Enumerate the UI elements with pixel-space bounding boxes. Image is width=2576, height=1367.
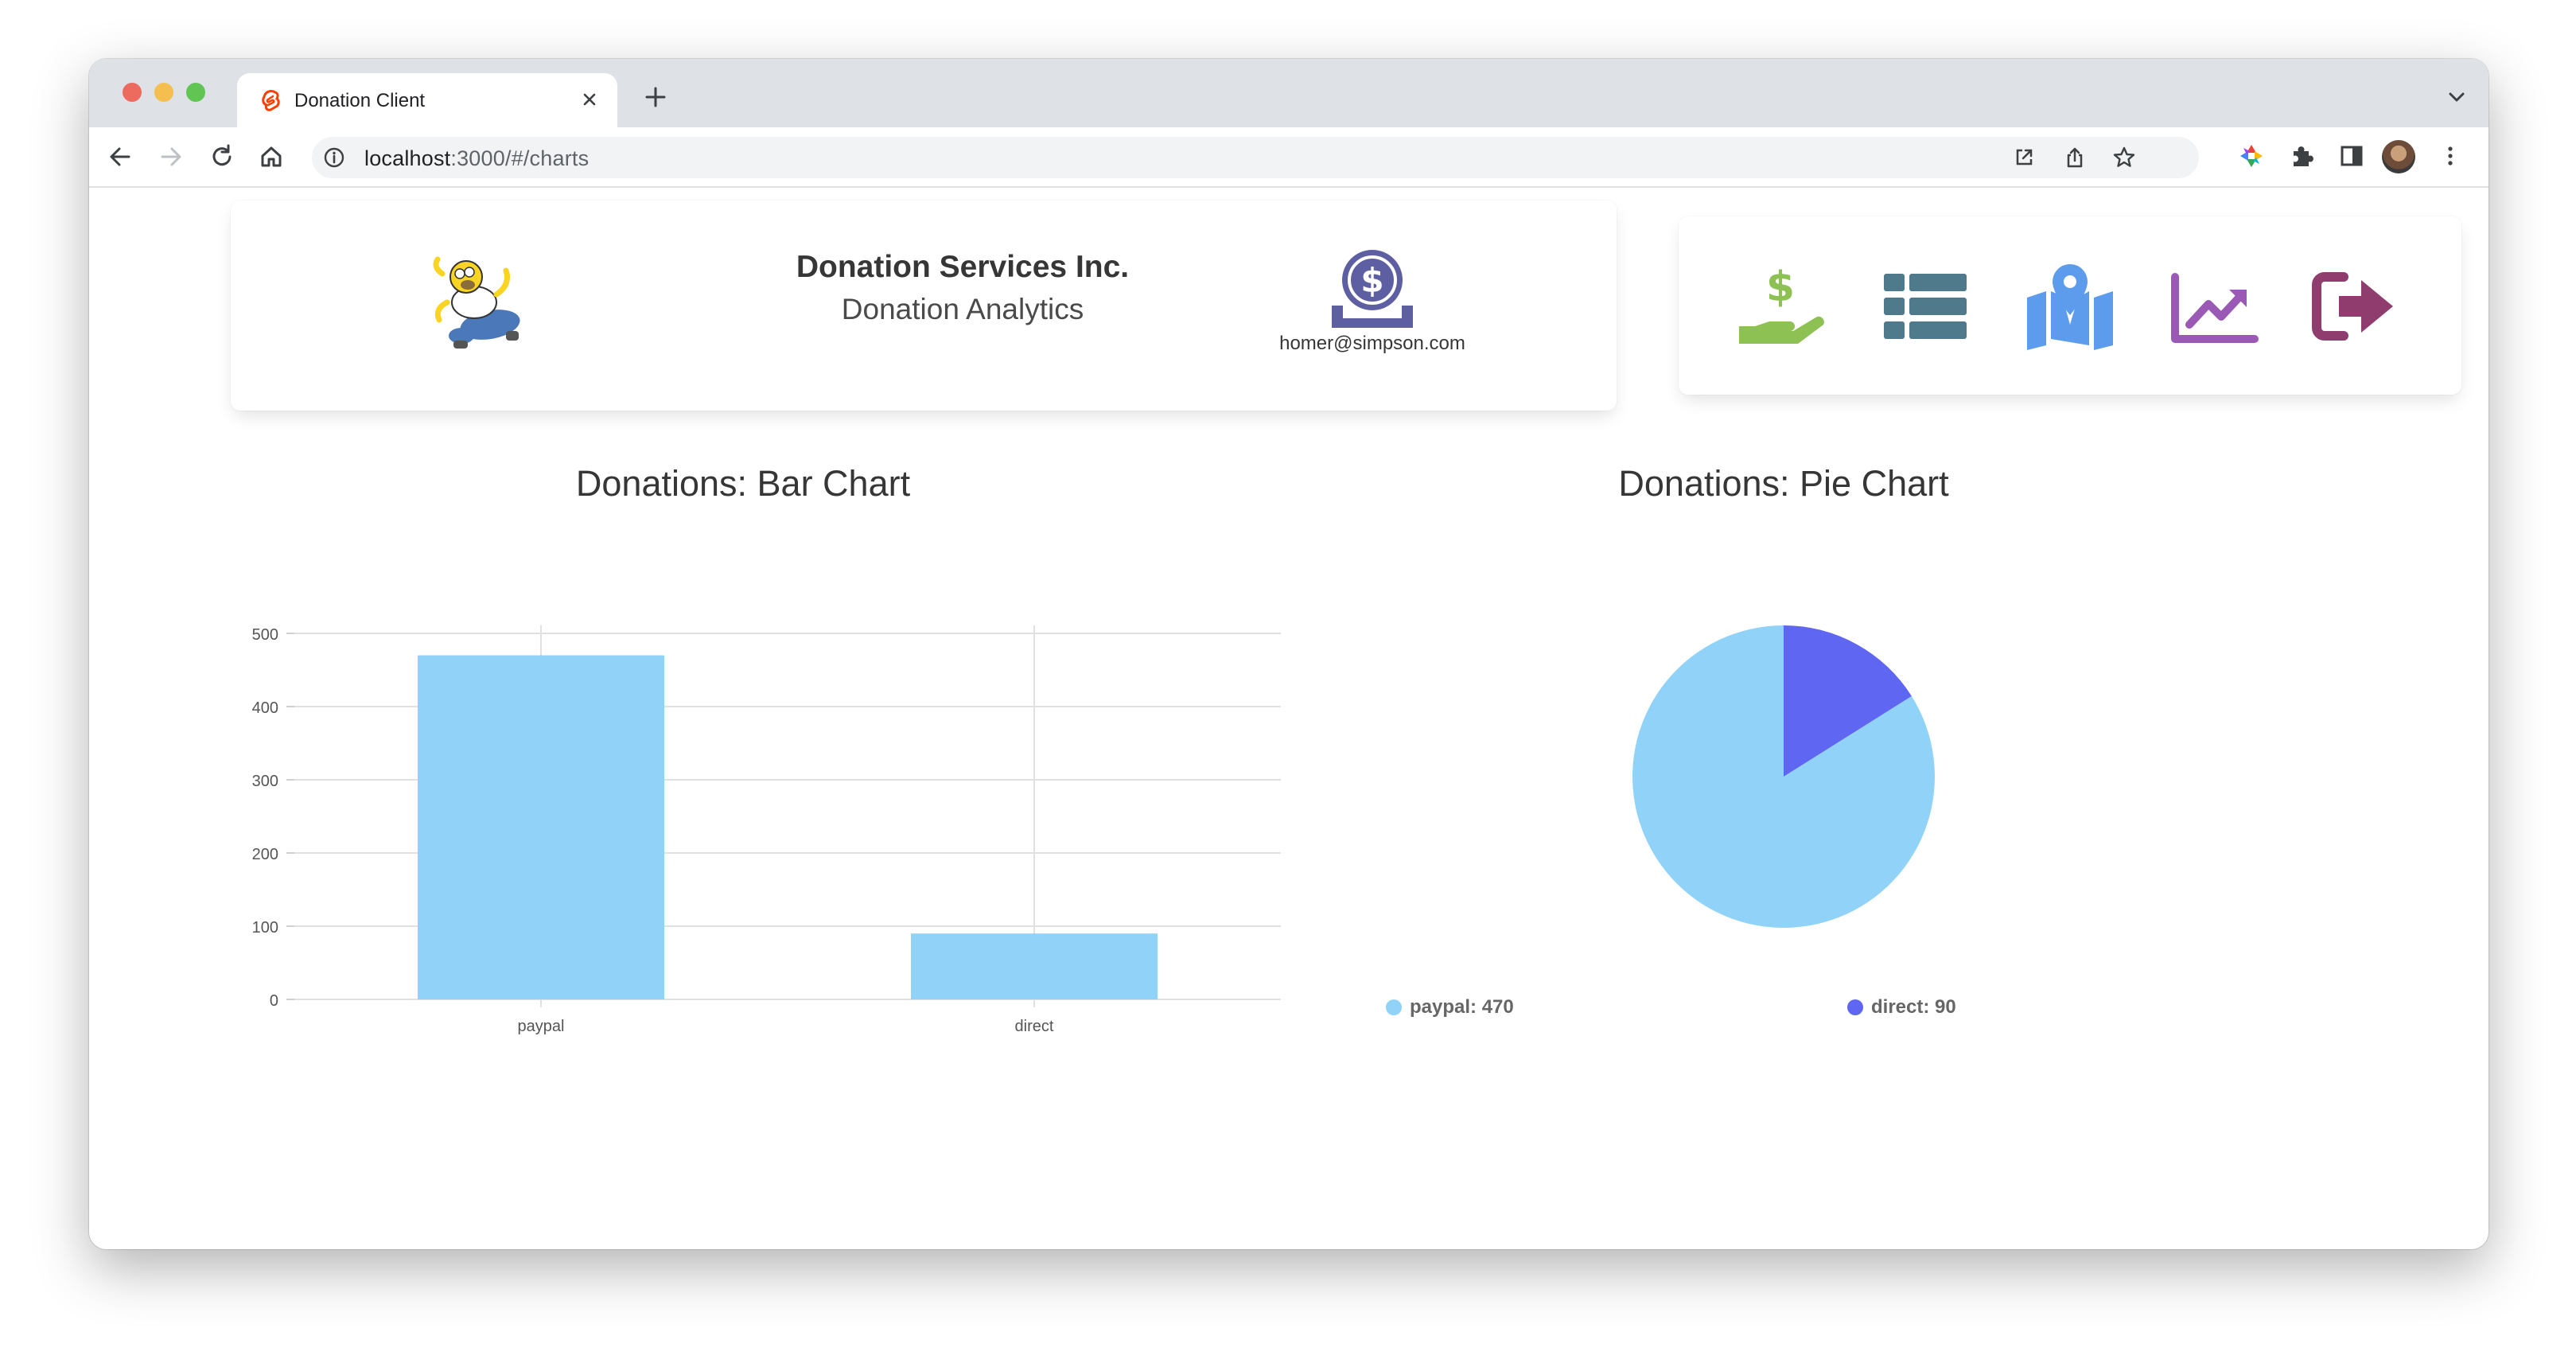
address-bar[interactable]: localhost:3000/#/charts xyxy=(312,137,2199,178)
profile-avatar[interactable] xyxy=(2382,140,2415,173)
y-tick-label: 300 xyxy=(252,773,278,790)
page-subtitle: Donation Analytics xyxy=(841,293,1084,325)
extensions-puzzle-icon[interactable] xyxy=(2288,142,2317,170)
pie-chart xyxy=(1632,625,1935,928)
svg-text:$: $ xyxy=(1766,263,1795,311)
close-window-button[interactable] xyxy=(123,83,142,102)
svg-text:$: $ xyxy=(1360,261,1383,300)
open-in-new-icon[interactable] xyxy=(2011,145,2037,170)
bar-direct[interactable] xyxy=(911,933,1158,999)
donate-icon[interactable]: $ xyxy=(1734,263,1830,350)
user-email: homer@simpson.com xyxy=(1279,333,1465,354)
bookmark-star-icon[interactable] xyxy=(2111,145,2137,170)
forward-icon[interactable] xyxy=(156,142,186,172)
nav-card: $ xyxy=(1679,216,2461,395)
new-tab-icon[interactable] xyxy=(640,81,671,113)
menu-kebab-icon[interactable] xyxy=(2436,142,2465,170)
legend-label: paypal: 470 xyxy=(1410,996,1514,1018)
svelte-icon xyxy=(262,90,280,111)
page-content: Donation Services Inc. Donation Analytic… xyxy=(89,188,2488,1249)
tab-title: Donation Client xyxy=(294,90,426,111)
bar-chart-title: Donations: Bar Chart xyxy=(575,463,911,504)
company-title: Donation Services Inc. xyxy=(796,250,1130,284)
x-tick-label: direct xyxy=(1015,1018,1054,1035)
info-icon[interactable] xyxy=(323,146,345,169)
bar-chart: 0 100 200 300 400 500 paypal direct xyxy=(252,625,1281,1035)
close-tab-icon[interactable] xyxy=(576,86,603,113)
home-icon[interactable] xyxy=(256,142,286,172)
homer-logo-icon xyxy=(433,256,520,349)
chart-line-icon[interactable] xyxy=(2165,263,2261,350)
browser-toolbar: localhost:3000/#/charts xyxy=(89,127,2488,188)
bar-paypal[interactable] xyxy=(418,655,664,999)
legend-swatch xyxy=(1847,999,1863,1015)
y-tick-label: 500 xyxy=(252,626,278,644)
legend-label: direct: 90 xyxy=(1871,996,1956,1018)
tab-strip: Donation Client xyxy=(89,59,2488,127)
reload-icon[interactable] xyxy=(207,142,237,172)
back-icon[interactable] xyxy=(105,142,135,172)
header-card: Donation Services Inc. Donation Analytic… xyxy=(231,201,1617,411)
browser-window: Donation Client localhost:3000/#/charts … xyxy=(89,59,2488,1249)
y-tick-label: 400 xyxy=(252,699,278,717)
side-panel-icon[interactable] xyxy=(2337,142,2366,170)
y-tick-label: 0 xyxy=(270,992,278,1010)
donation-coin-icon: $ xyxy=(1332,250,1413,328)
color-extension-icon[interactable] xyxy=(2237,142,2266,170)
list-icon[interactable] xyxy=(1878,263,1973,350)
chevron-down-icon[interactable] xyxy=(2442,83,2471,111)
pie-chart-title: Donations: Pie Chart xyxy=(1618,463,1949,504)
y-tick-label: 200 xyxy=(252,846,278,863)
browser-tab[interactable]: Donation Client xyxy=(237,73,617,127)
legend-swatch xyxy=(1386,999,1402,1015)
x-tick-label: paypal xyxy=(518,1018,565,1035)
maximize-window-button[interactable] xyxy=(186,83,205,102)
minimize-window-button[interactable] xyxy=(154,83,173,102)
share-icon[interactable] xyxy=(2062,145,2088,170)
map-icon[interactable] xyxy=(2022,263,2118,350)
sign-out-icon[interactable] xyxy=(2307,263,2403,350)
y-tick-label: 100 xyxy=(252,919,278,937)
url-text[interactable]: localhost:3000/#/charts xyxy=(364,146,589,171)
